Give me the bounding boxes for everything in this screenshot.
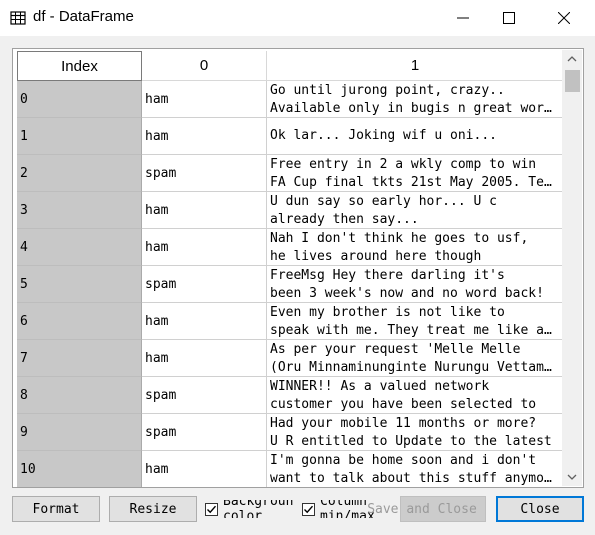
message-line-1: FreeMsg Hey there darling it's xyxy=(270,268,505,283)
message-cell[interactable]: As per your request 'Melle Melle (Oru Min… xyxy=(267,340,563,377)
dataframe-table[interactable]: Index 0 1 0 ham Go until jurong point, cra… xyxy=(12,48,584,488)
table-icon xyxy=(10,11,26,25)
save-and-close-button[interactable]: Save and Close xyxy=(367,496,486,522)
row-index-cell[interactable]: 10 xyxy=(17,451,142,487)
table-row[interactable]: 0 ham Go until jurong point, crazy.. Availa… xyxy=(17,81,563,118)
message-cell[interactable]: Free entry in 2 a wkly comp to win FA Cup… xyxy=(267,155,563,192)
message-line-2: he lives around here though xyxy=(270,248,482,264)
row-index-cell[interactable]: 1 xyxy=(17,118,142,155)
maximize-icon xyxy=(503,12,515,24)
scroll-up-button[interactable] xyxy=(562,50,582,68)
message-line-1: Nah I don't think he goes to usf, xyxy=(270,231,529,246)
message-cell[interactable]: Nah I don't think he goes to usf, he live… xyxy=(267,229,563,266)
message-line-1: As per your request 'Melle Melle xyxy=(270,342,521,357)
row-index-cell[interactable]: 7 xyxy=(17,340,142,377)
message-line-2: been 3 week's now and no word back! xyxy=(270,285,544,301)
table-body: 0 ham Go until jurong point, crazy.. Availa… xyxy=(17,81,563,487)
message-line-1: Had your mobile 11 months or more? xyxy=(270,416,537,431)
table-row[interactable]: 8 spam WINNER!! As a valued network custome… xyxy=(17,377,563,414)
checkbox-box[interactable] xyxy=(205,502,218,516)
label-cell[interactable]: spam xyxy=(142,377,267,414)
row-index-cell[interactable]: 4 xyxy=(17,229,142,266)
minimize-button[interactable] xyxy=(440,0,486,36)
checkmark-icon xyxy=(304,505,314,513)
message-cell[interactable]: Even my brother is not like to speak with… xyxy=(267,303,563,340)
close-window-button[interactable] xyxy=(541,0,587,36)
row-index-cell[interactable]: 9 xyxy=(17,414,142,451)
label-cell[interactable]: ham xyxy=(142,118,267,155)
message-line-2: want to talk about this stuff anymore xyxy=(270,470,558,486)
label-cell[interactable]: ham xyxy=(142,81,267,118)
message-line-1: Ok lar... Joking wif u oni... xyxy=(270,128,497,144)
maximize-button[interactable] xyxy=(486,0,532,36)
chevron-down-icon xyxy=(567,474,577,480)
label-cell[interactable]: spam xyxy=(142,155,267,192)
column-header-1[interactable]: 1 xyxy=(267,51,563,81)
message-line-2: Available only in bugis n great world xyxy=(270,100,558,116)
scroll-thumb[interactable] xyxy=(565,70,580,92)
message-line-1: Free entry in 2 a wkly comp to win xyxy=(270,157,537,172)
table-row[interactable]: 4 ham Nah I don't think he goes to usf, he … xyxy=(17,229,563,266)
vertical-scrollbar[interactable] xyxy=(562,50,582,486)
row-index-cell[interactable]: 6 xyxy=(17,303,142,340)
row-index-cell[interactable]: 3 xyxy=(17,192,142,229)
message-cell[interactable]: Ok lar... Joking wif u oni... xyxy=(267,118,563,155)
column-header-0[interactable]: 0 xyxy=(142,51,267,81)
button-bar: Format Resize Background color Column mi… xyxy=(0,490,595,535)
label-cell[interactable]: ham xyxy=(142,229,267,266)
label-cell[interactable]: ham xyxy=(142,451,267,487)
message-cell[interactable]: I'm gonna be home soon and i don't want t… xyxy=(267,451,563,487)
message-line-1: U dun say so early hor... U c xyxy=(270,194,497,209)
message-cell[interactable]: WINNER!! As a valued network customer you… xyxy=(267,377,563,414)
message-line-2: speak with me. They treat me like aids xyxy=(270,322,558,338)
message-cell[interactable]: Go until jurong point, crazy.. Available … xyxy=(267,81,563,118)
checkbox-box[interactable] xyxy=(302,502,315,516)
table-row[interactable]: 7 ham As per your request 'Melle Melle (Oru… xyxy=(17,340,563,377)
row-index-cell[interactable]: 2 xyxy=(17,155,142,192)
background-color-checkbox[interactable]: Background color xyxy=(205,500,293,518)
close-button[interactable]: Close xyxy=(496,496,584,522)
table-row[interactable]: 1 ham Ok lar... Joking wif u oni... xyxy=(17,118,563,155)
message-cell[interactable]: Had your mobile 11 months or more? U R en… xyxy=(267,414,563,451)
index-header[interactable]: Index xyxy=(17,51,142,81)
message-line-2: customer you have been selected to xyxy=(270,396,537,412)
label-cell[interactable]: ham xyxy=(142,340,267,377)
row-index-cell[interactable]: 8 xyxy=(17,377,142,414)
table-row[interactable]: 2 spam Free entry in 2 a wkly comp to win F… xyxy=(17,155,563,192)
row-index-cell[interactable]: 5 xyxy=(17,266,142,303)
table-row[interactable]: 10 ham I'm gonna be home soon and i don't w… xyxy=(17,451,563,487)
minimize-icon xyxy=(457,17,469,19)
message-line-1: WINNER!! As a valued network xyxy=(270,379,490,394)
message-line-1: Go until jurong point, crazy.. xyxy=(270,83,505,98)
message-line-2: U R entitled to Update to the latest xyxy=(270,433,552,449)
message-cell[interactable]: FreeMsg Hey there darling it's been 3 wee… xyxy=(267,266,563,303)
message-line-1: I'm gonna be home soon and i don't xyxy=(270,453,537,468)
message-line-2: FA Cup final tkts 21st May 2005. Text xyxy=(270,174,558,190)
window-title: df - DataFrame xyxy=(33,8,134,25)
row-index-cell[interactable]: 0 xyxy=(17,81,142,118)
title-bar: df - DataFrame xyxy=(0,0,595,36)
label-cell[interactable]: spam xyxy=(142,414,267,451)
table-row[interactable]: 3 ham U dun say so early hor... U c already… xyxy=(17,192,563,229)
message-line-2: (Oru Minnaminunginte Nurungu Vettam)' xyxy=(270,359,558,375)
message-line-1: Even my brother is not like to xyxy=(270,305,505,320)
resize-button[interactable]: Resize xyxy=(109,496,197,522)
background-color-label: Background color xyxy=(223,500,293,518)
label-cell[interactable]: ham xyxy=(142,303,267,340)
scroll-down-button[interactable] xyxy=(562,468,582,486)
table-row[interactable]: 9 spam Had your mobile 11 months or more? U… xyxy=(17,414,563,451)
close-icon xyxy=(558,12,570,24)
checkmark-icon xyxy=(207,505,217,513)
save-and-close-label: Save and Close xyxy=(367,501,477,517)
label-cell[interactable]: ham xyxy=(142,192,267,229)
format-button[interactable]: Format xyxy=(12,496,100,522)
chevron-up-icon xyxy=(567,56,577,62)
label-cell[interactable]: spam xyxy=(142,266,267,303)
message-line-2: already then say... xyxy=(270,211,419,227)
table-row[interactable]: 6 ham Even my brother is not like to speak … xyxy=(17,303,563,340)
message-cell[interactable]: U dun say so early hor... U c already the… xyxy=(267,192,563,229)
table-row[interactable]: 5 spam FreeMsg Hey there darling it's been … xyxy=(17,266,563,303)
